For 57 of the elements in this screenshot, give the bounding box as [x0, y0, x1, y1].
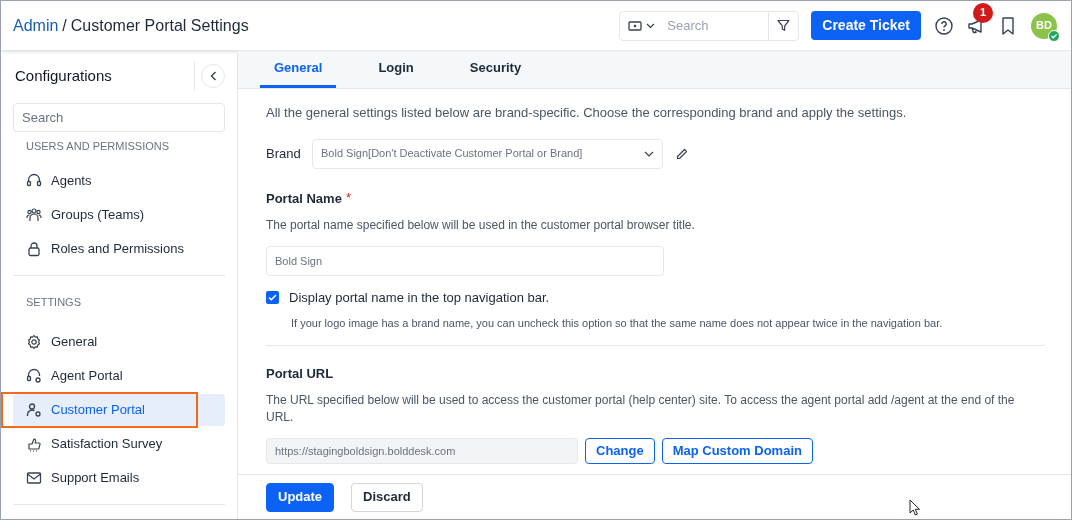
section-heading: SETTINGS [26, 294, 81, 310]
chevron-down-icon [644, 150, 654, 157]
sidebar-item[interactable]: Satisfaction Survey [13, 428, 225, 460]
notification-badge: 1 [973, 2, 993, 23]
chevron-down-icon [646, 22, 656, 29]
bookmark-icon[interactable] [1001, 16, 1015, 35]
mouse-cursor-icon [909, 499, 921, 516]
breadcrumb-link[interactable]: Admin [13, 13, 59, 38]
page-title: Customer Portal Settings [70, 15, 249, 36]
brand-label: Brand [266, 144, 302, 163]
tab[interactable]: General [260, 51, 337, 88]
portal-name-description: The portal name specified below will be used in the customer portal browser title. [266, 217, 696, 234]
checkbox-hint: If your logo image has a brand name, you can uncheck this option so that the same name does not appear twice in the navigation bar. [291, 315, 944, 331]
breadcrumb-separator: / [62, 15, 67, 36]
portal-url-description: The URL specified below will be used to access the customer portal (help center) site. To access the agent portal add /agent at the end of the URL. [266, 391, 1016, 426]
sidebar-item[interactable]: Customer Portal [13, 394, 225, 426]
update-button[interactable]: Update [266, 482, 335, 512]
online-check-icon [1048, 29, 1060, 42]
headset-icon [26, 172, 42, 189]
gear-icon [26, 334, 42, 350]
url-action-button[interactable]: Map Custom Domain [661, 437, 813, 464]
edit-icon[interactable] [676, 147, 688, 160]
thumbs-up-icon [26, 436, 42, 452]
filter-icon[interactable] [777, 19, 791, 32]
sidebar-search-field[interactable]: Search [13, 103, 225, 132]
sidebar-item[interactable]: Groups (Teams) [13, 198, 225, 231]
help-icon[interactable] [935, 16, 953, 35]
portal-name-field[interactable]: Bold Sign [266, 246, 664, 276]
people-icon [26, 206, 42, 223]
intro-text: All the general settings listed below are brand-specific. Choose the corresponding brand and apply the settings. [266, 104, 908, 122]
chevron-left-icon [209, 71, 217, 81]
sidebar-item[interactable]: Support Emails [13, 462, 225, 494]
sidebar-item[interactable]: Agents [13, 164, 225, 197]
create-ticket-button[interactable]: Create Ticket [811, 11, 921, 40]
tab[interactable]: Login [364, 51, 428, 88]
portal-name-label: Portal Name [266, 189, 342, 208]
envelope-icon [26, 470, 42, 486]
url-action-button[interactable]: Change [585, 437, 655, 464]
tab[interactable]: Security [455, 51, 536, 88]
brand-dropdown[interactable]: Bold Sign[Don't Deactivate Customer Portal or Brand] [312, 138, 663, 169]
sidebar-title: Configurations [15, 65, 112, 86]
portal-url-field[interactable]: https://stagingboldsign.bolddesk.com [266, 437, 578, 464]
sidebar-item[interactable]: Roles and Permissions [13, 232, 225, 265]
checkbox[interactable] [266, 291, 279, 305]
sidebar-item[interactable]: General [13, 326, 225, 358]
search-input[interactable]: Search [667, 15, 768, 36]
section-heading: USERS AND PERMISSIONS [26, 139, 170, 154]
search-field[interactable]: Search [619, 10, 800, 41]
lock-icon [26, 240, 42, 257]
portal-url-label: Portal URL [266, 365, 334, 383]
discard-button[interactable]: Discard [351, 482, 423, 512]
headset-gear-icon [26, 368, 42, 384]
user-gear-icon [26, 402, 42, 418]
sidebar-item[interactable]: Agent Portal [13, 360, 225, 392]
checkbox-label: Display portal name in the top navigation bar. [289, 289, 550, 307]
required-mark: * [345, 188, 351, 207]
ticket-icon [628, 20, 643, 31]
